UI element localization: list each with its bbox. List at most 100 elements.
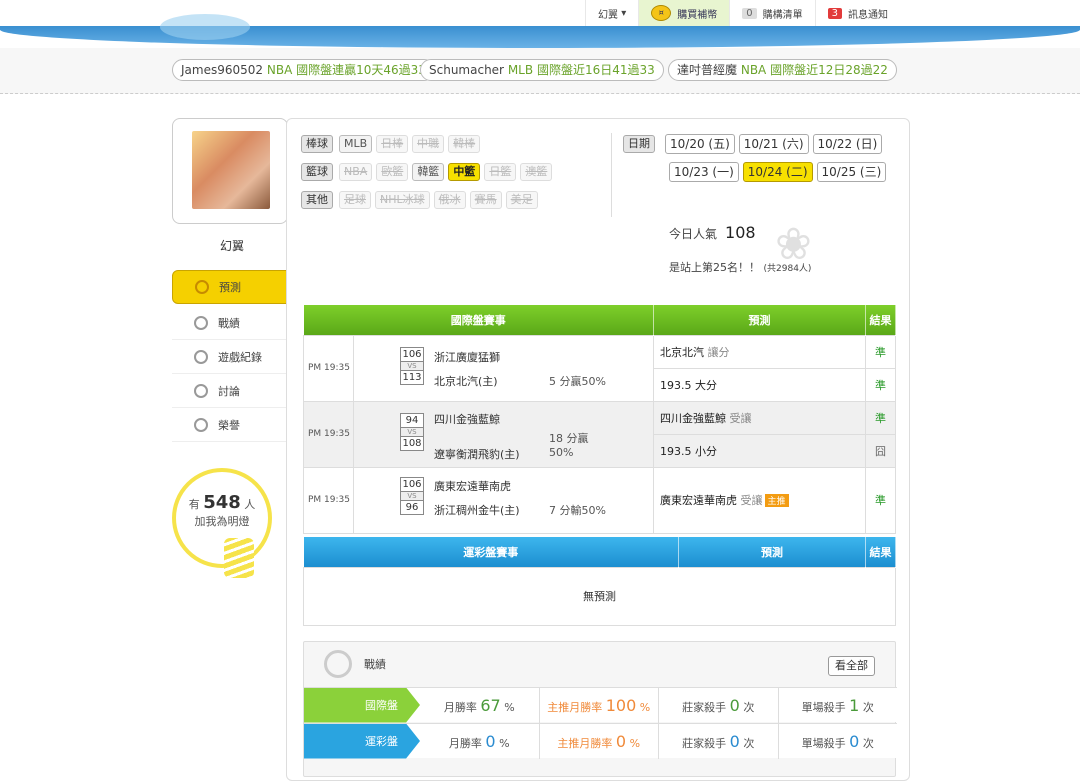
coin-icon: ¤ <box>651 5 672 21</box>
menu-label: 榮譽 <box>218 418 240 432</box>
decoration-icon: ❀ <box>775 219 812 270</box>
away-score: 106 <box>400 346 424 362</box>
filter-button: 美足 <box>505 191 538 209</box>
stat-label: 單場殺手 <box>801 736 846 750</box>
banker-killer: 莊家殺手 0 次 <box>659 723 779 759</box>
notifications-label: 訊息通知 <box>848 9 888 21</box>
date-button[interactable]: 10/22 (日) <box>812 134 883 154</box>
column-header: 結果 <box>865 305 896 335</box>
result: 準 <box>865 367 896 402</box>
menu-label: 戰績 <box>218 316 240 330</box>
filter-button: 賽馬 <box>469 191 502 209</box>
stat-unit: % <box>629 736 641 750</box>
date-button[interactable]: 10/23 (一) <box>669 162 739 182</box>
streak-item[interactable]: 達吋普經魔 NBA 國際盤近12日28過22 <box>668 59 897 81</box>
stats-row-lottery: 運彩盤 月勝率 0 % 主推月勝率 0 % 莊家殺手 0 次 單場殺手 0 次 <box>304 723 897 759</box>
streak-item[interactable]: James960502 NBA 國際盤連贏10天46過33 <box>172 59 435 81</box>
filter-button: NBA <box>339 163 373 181</box>
stat-label: 月勝率 <box>443 700 477 714</box>
single-killer: 單場殺手 1 次 <box>779 688 898 723</box>
away-team: 廣東宏遠華南虎 <box>434 479 511 493</box>
filter-button: 中職 <box>412 135 445 153</box>
handicap: 7 分輸50% <box>549 503 606 517</box>
result: 準 <box>865 466 896 534</box>
filter-button-selected[interactable]: 中籃 <box>448 163 481 181</box>
filter-divider <box>611 133 612 217</box>
streak-league: NBA <box>740 63 767 77</box>
prediction-cell: 廣東宏遠華南虎 受讓 主推 <box>653 466 866 534</box>
chat-icon <box>194 383 208 398</box>
date-button[interactable]: 10/20 (五) <box>665 134 735 154</box>
menu-item-record[interactable]: 戰績 <box>172 306 294 340</box>
filter-button[interactable]: MLB <box>339 135 373 153</box>
streak-league: MLB <box>507 63 534 77</box>
stat-label: 單場殺手 <box>801 700 846 714</box>
result: 囧 <box>865 433 896 468</box>
filter-button: 俄冰 <box>433 191 466 209</box>
stats-title: 戰績 <box>364 658 386 671</box>
menu-item-game-history[interactable]: 遊戲紀錄 <box>172 340 294 374</box>
filter-button: 澳籃 <box>520 163 553 181</box>
streak-user: Schumacher <box>429 63 504 77</box>
main-pick-rate: 主推月勝率 100 % <box>540 687 659 723</box>
stats-row-intl: 國際盤 月勝率 67 % 主推月勝率 100 % 莊家殺手 0 次 單場殺手 1… <box>304 687 898 723</box>
stat-value: 0 <box>849 731 860 751</box>
game-time: PM 19:35 <box>303 400 354 468</box>
menu-label: 預測 <box>219 281 241 294</box>
circle-icon <box>194 349 208 364</box>
column-header: 運彩盤賽事 <box>303 537 679 567</box>
avatar[interactable] <box>192 131 270 209</box>
menu-item-predictions[interactable]: 預測 <box>172 270 294 304</box>
streak-text: 國際盤近16日41過33 <box>536 63 655 77</box>
date-button-selected[interactable]: 10/24 (二) <box>742 162 813 182</box>
stats-header: 戰績 <box>304 642 895 686</box>
filter-button: 韓棒 <box>448 135 481 153</box>
stat-unit: 次 <box>862 736 874 750</box>
date-row-1: 日期 10/20 (五) 10/21 (六) 10/22 (日) <box>623 134 883 154</box>
cart-count-badge: 0 <box>742 7 757 19</box>
notification-count-badge: 3 <box>827 7 842 19</box>
prediction-type: 受讓 <box>740 494 763 507</box>
filter-category-label: 籃球 <box>301 163 333 181</box>
filter-button: 歐籃 <box>376 163 409 181</box>
filter-button[interactable]: 韓籃 <box>412 163 445 181</box>
filter-category-label: 棒球 <box>301 135 333 153</box>
cart-label: 購構清單 <box>762 9 803 21</box>
notifications-link[interactable]: 3 訊息通知 <box>814 0 900 26</box>
lottery-predictions-table: 運彩盤賽事 預測 結果 無預測 <box>303 537 896 626</box>
stat-label: 莊家殺手 <box>682 700 727 714</box>
menu-item-honors[interactable]: 榮譽 <box>172 408 294 442</box>
monthly-rate: 月勝率 0 % <box>420 723 540 759</box>
stat-unit: 次 <box>862 700 874 714</box>
user-bar: 幻翼 ▾ ¤ 購買補幣 0 購構清單 3 訊息通知 <box>585 0 900 26</box>
view-all-button[interactable]: 看全部 <box>828 656 875 676</box>
user-menu[interactable]: 幻翼 ▾ <box>585 0 638 26</box>
buy-coins-button[interactable]: ¤ 購買補幣 <box>638 0 730 26</box>
site-logo[interactable] <box>160 14 250 40</box>
monthly-rate: 月勝率 67 % <box>420 687 540 723</box>
fans-counter[interactable]: 有 548 人 加我為明燈 <box>172 468 272 568</box>
column-header: 結果 <box>865 537 896 567</box>
handicap-rate: 50% <box>549 445 574 459</box>
date-button[interactable]: 10/25 (三) <box>816 162 887 182</box>
prediction-text: 193.5 大分 <box>660 378 717 392</box>
home-team: 浙江稠州金牛(主) <box>434 503 520 517</box>
fans-cta: 加我為明燈 <box>194 515 250 528</box>
stat-value: 0 <box>615 731 627 751</box>
menu-item-discussion[interactable]: 討論 <box>172 374 294 408</box>
stat-label: 月勝率 <box>448 736 482 750</box>
streak-item[interactable]: Schumacher MLB 國際盤近16日41過33 <box>420 59 664 81</box>
handicap: 5 分贏50% <box>549 374 606 388</box>
cart-link[interactable]: 0 購構清單 <box>729 0 814 26</box>
result: 準 <box>865 400 896 435</box>
away-score: 106 <box>400 476 424 492</box>
fans-prefix: 有 <box>188 498 200 511</box>
prediction-cell: 四川金強藍鯨 受讓 <box>653 400 866 435</box>
stats-row-label: 國際盤 <box>304 687 420 723</box>
date-button[interactable]: 10/21 (六) <box>738 134 809 154</box>
prediction-type: 讓分 <box>707 345 730 359</box>
home-score: 108 <box>400 435 424 451</box>
prediction-text: 北京北汽 <box>660 345 704 359</box>
target-icon <box>324 650 352 678</box>
filter-other: 其他 足球 NHL冰球 俄冰 賽馬 美足 <box>301 191 542 209</box>
